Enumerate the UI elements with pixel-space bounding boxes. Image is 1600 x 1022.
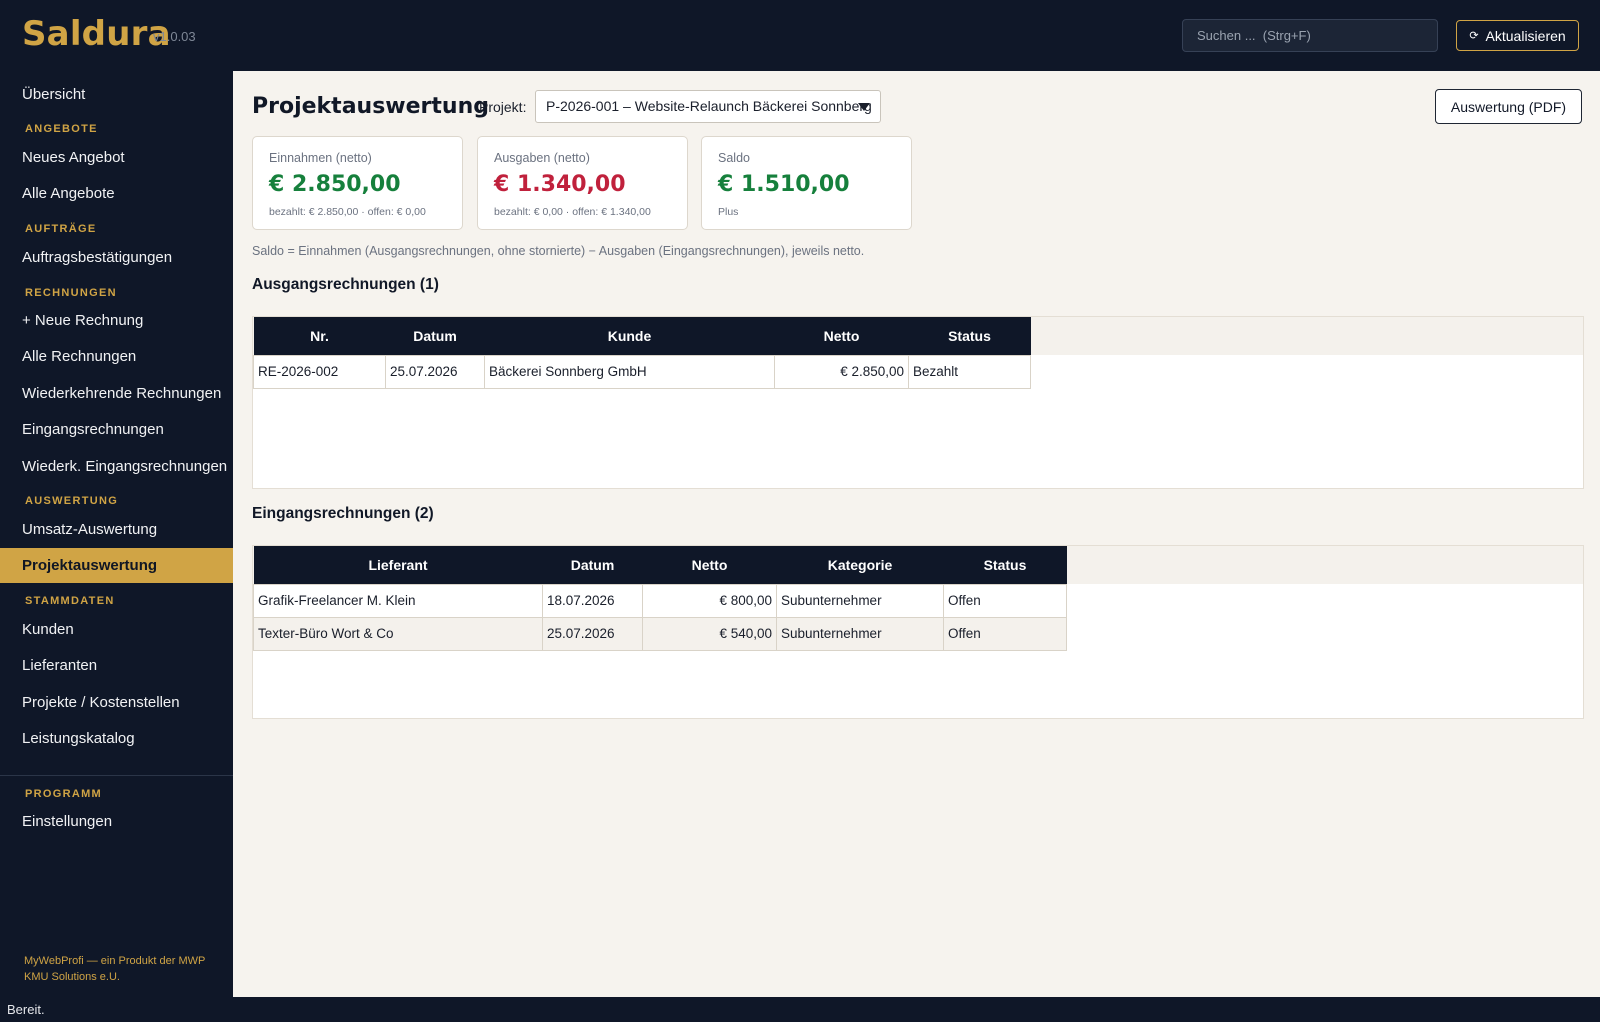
income-card-value: € 2.850,00 (269, 172, 401, 197)
column-header-status[interactable]: Status (908, 317, 1031, 355)
sidebar-section-rechnungen: RECHNUNGEN (25, 287, 117, 299)
project-select-value: P-2026-001 – Website-Relaunch Bäckerei S… (546, 98, 872, 114)
income-card-sub: bezahlt: € 2.850,00 · offen: € 0,00 (269, 206, 426, 218)
expenses-card-label: Ausgaben (netto) (494, 151, 590, 165)
cell-lieferant: Texter-Büro Wort & Co (253, 616, 543, 651)
search-input[interactable] (1182, 19, 1438, 52)
project-select[interactable]: P-2026-001 – Website-Relaunch Bäckerei S… (535, 90, 881, 123)
app-version: v1.0.03 (153, 29, 196, 44)
sidebar-item-leistungskatalog[interactable]: Leistungskatalog (0, 721, 233, 756)
balance-card-value: € 1.510,00 (718, 172, 850, 197)
cell-status: Offen (943, 616, 1067, 651)
refresh-button-label: Aktualisieren (1485, 27, 1566, 44)
sidebar-item-lieferanten[interactable]: Lieferanten (0, 648, 233, 683)
income-card-label: Einnahmen (netto) (269, 151, 372, 165)
cell-netto: € 540,00 (642, 616, 777, 651)
sidebar-item-uebersicht[interactable]: Übersicht (0, 77, 233, 112)
column-header-datum[interactable]: Datum (542, 546, 643, 584)
column-header-kategorie[interactable]: Kategorie (776, 546, 944, 584)
outgoing-invoices-table: Nr. Datum Kunde Netto Status RE-2026-002… (253, 317, 1031, 389)
column-header-datum[interactable]: Datum (385, 317, 485, 355)
top-bar: Saldura v1.0.03 ⟳ Aktualisieren (0, 0, 1600, 71)
column-header-netto[interactable]: Netto (642, 546, 777, 584)
column-header-kunde[interactable]: Kunde (484, 317, 775, 355)
chevron-down-icon (858, 103, 870, 111)
sidebar-item-kunden[interactable]: Kunden (0, 612, 233, 647)
cell-lieferant: Grafik-Freelancer M. Klein (253, 583, 543, 618)
incoming-invoices-title: Eingangsrechnungen (2) (252, 505, 434, 522)
sidebar-item-projektauswertung[interactable]: Projektauswertung (0, 548, 233, 583)
sidebar-item-wiederk-eingangsrechnungen[interactable]: Wiederk. Eingangsrechnungen (0, 449, 233, 484)
sidebar-section-auswertung: AUSWERTUNG (25, 495, 119, 507)
sidebar-item-neue-rechnung[interactable]: + Neue Rechnung (0, 303, 233, 338)
incoming-invoices-table-panel: Lieferant Datum Netto Kategorie Status G… (252, 545, 1584, 719)
balance-card: Saldo € 1.510,00 Plus (701, 136, 912, 230)
sidebar-item-neues-angebot[interactable]: Neues Angebot (0, 140, 233, 175)
table-row[interactable]: RE-2026-002 25.07.2026 Bäckerei Sonnberg… (253, 354, 1031, 389)
cell-nr: RE-2026-002 (253, 354, 386, 389)
refresh-button[interactable]: ⟳ Aktualisieren (1456, 20, 1579, 51)
column-header-lieferant[interactable]: Lieferant (253, 546, 543, 584)
balance-card-sub: Plus (718, 206, 739, 218)
app-logo: Saldura (22, 14, 171, 54)
sidebar-item-projekte-kostenstellen[interactable]: Projekte / Kostenstellen (0, 685, 233, 720)
expenses-card-sub: bezahlt: € 0,00 · offen: € 1.340,00 (494, 206, 651, 218)
cell-kategorie: Subunternehmer (776, 616, 944, 651)
page-title: Projektauswertung (252, 94, 489, 119)
project-label: Projekt: (479, 99, 527, 115)
balance-formula-note: Saldo = Einnahmen (Ausgangsrechnungen, o… (252, 244, 865, 258)
cell-netto: € 800,00 (642, 583, 777, 618)
sidebar-section-programm: PROGRAMM (25, 788, 103, 800)
table-row[interactable]: Texter-Büro Wort & Co 25.07.2026 € 540,0… (253, 616, 1067, 651)
expenses-card: Ausgaben (netto) € 1.340,00 bezahlt: € 0… (477, 136, 688, 230)
cell-status: Bezahlt (908, 354, 1031, 389)
sidebar: Übersicht ANGEBOTE Neues Angebot Alle An… (0, 71, 233, 997)
sidebar-item-einstellungen[interactable]: Einstellungen (0, 804, 233, 839)
balance-card-label: Saldo (718, 151, 750, 165)
sidebar-section-auftraege: AUFTRÄGE (25, 223, 97, 235)
sidebar-section-angebote: ANGEBOTE (25, 123, 98, 135)
column-header-nr[interactable]: Nr. (253, 317, 386, 355)
incoming-invoices-table: Lieferant Datum Netto Kategorie Status G… (253, 546, 1067, 651)
sidebar-item-umsatz-auswertung[interactable]: Umsatz-Auswertung (0, 512, 233, 547)
status-bar: Bereit. (0, 997, 1600, 1022)
column-header-netto[interactable]: Netto (774, 317, 909, 355)
sidebar-item-auftragsbestaetigungen[interactable]: Auftragsbestätigungen (0, 240, 233, 275)
sidebar-item-eingangsrechnungen[interactable]: Eingangsrechnungen (0, 412, 233, 447)
sidebar-divider (0, 775, 233, 776)
export-pdf-button[interactable]: Auswertung (PDF) (1435, 89, 1582, 124)
outgoing-invoices-table-panel: Nr. Datum Kunde Netto Status RE-2026-002… (252, 316, 1584, 489)
expenses-card-value: € 1.340,00 (494, 172, 626, 197)
sidebar-item-wiederkehrende-rechnungen[interactable]: Wiederkehrende Rechnungen (0, 376, 233, 411)
cell-datum: 18.07.2026 (542, 583, 643, 618)
cell-netto: € 2.850,00 (774, 354, 909, 389)
sidebar-item-alle-rechnungen[interactable]: Alle Rechnungen (0, 339, 233, 374)
sidebar-footer-note: MyWebProfi — ein Produkt der MWP KMU Sol… (24, 955, 206, 983)
cell-status: Offen (943, 583, 1067, 618)
cell-kunde: Bäckerei Sonnberg GmbH (484, 354, 775, 389)
refresh-icon: ⟳ (1469, 30, 1479, 42)
income-card: Einnahmen (netto) € 2.850,00 bezahlt: € … (252, 136, 463, 230)
sidebar-item-alle-angebote[interactable]: Alle Angebote (0, 176, 233, 211)
cell-datum: 25.07.2026 (385, 354, 485, 389)
main-content: Projektauswertung Projekt: P-2026-001 – … (233, 71, 1600, 997)
cell-datum: 25.07.2026 (542, 616, 643, 651)
table-row[interactable]: Grafik-Freelancer M. Klein 18.07.2026 € … (253, 583, 1067, 618)
cell-kategorie: Subunternehmer (776, 583, 944, 618)
outgoing-invoices-title: Ausgangsrechnungen (1) (252, 276, 439, 293)
column-header-status[interactable]: Status (943, 546, 1067, 584)
sidebar-section-stammdaten: STAMMDATEN (25, 595, 115, 607)
